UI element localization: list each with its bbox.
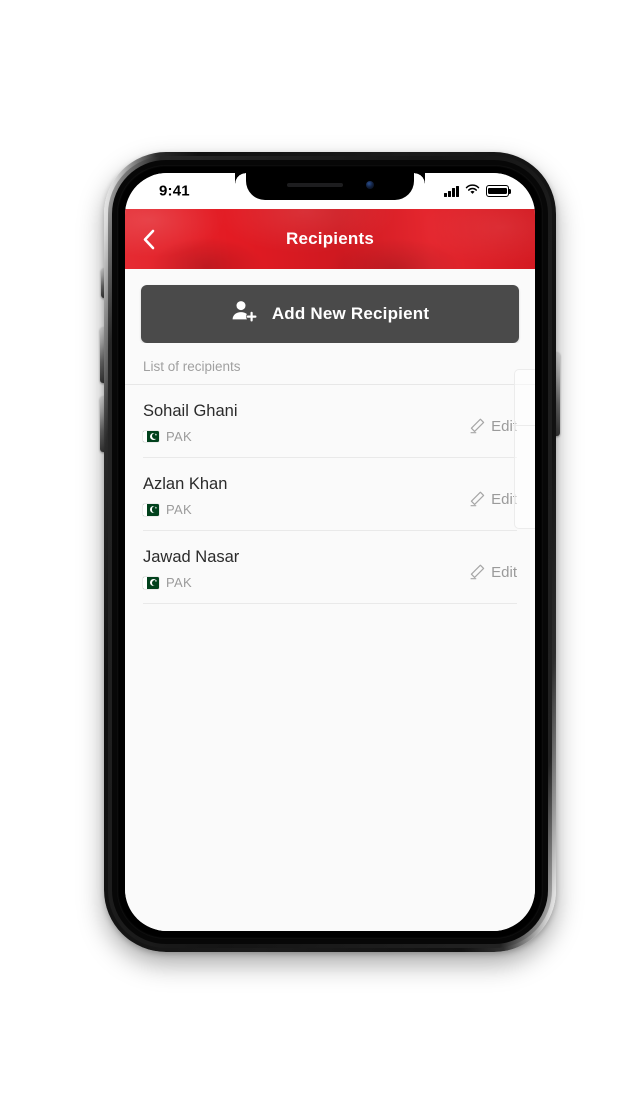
recipient-name: Jawad Nasar	[143, 548, 240, 567]
earpiece-speaker-icon	[286, 182, 343, 188]
pencil-edit-icon	[468, 417, 486, 435]
pakistan-flag-icon	[143, 430, 159, 443]
list-section-header: List of recipients	[125, 343, 535, 385]
pencil-edit-icon	[468, 490, 486, 508]
recipient-country: PAK	[143, 575, 458, 590]
list-item[interactable]: Azlan Khan PAK Edit	[143, 458, 517, 532]
wifi-icon	[465, 182, 480, 200]
phone-screen: 9:41 Recipients Add New Recipient List o…	[125, 173, 535, 931]
person-add-icon	[231, 299, 258, 329]
battery-full-icon	[486, 185, 512, 197]
add-new-recipient-label: Add New Recipient	[271, 304, 430, 323]
app-header: Recipients	[125, 209, 535, 269]
recipient-country: PAK	[143, 502, 458, 517]
recipient-country-code: PAK	[166, 429, 192, 445]
front-camera-icon	[365, 181, 374, 189]
edit-label: Edit	[491, 417, 517, 435]
recipient-info: Sohail Ghani PAK	[143, 402, 458, 444]
recipient-list: Sohail Ghani PAK Edit Azlan Khan PAK Edi…	[125, 385, 535, 605]
cellular-signal-icon	[444, 185, 459, 197]
recipient-name: Azlan Khan	[143, 475, 228, 494]
status-bar-time: 9:41	[159, 182, 190, 200]
list-item[interactable]: Jawad Nasar PAK Edit	[143, 531, 517, 605]
status-bar: 9:41	[125, 173, 535, 209]
recipient-name: Sohail Ghani	[143, 402, 238, 420]
pakistan-flag-icon	[143, 504, 159, 516]
edit-label: Edit	[491, 563, 517, 581]
page-title: Recipients	[286, 229, 374, 248]
pencil-edit-icon	[468, 563, 486, 581]
edit-recipient-button[interactable]: Edit	[458, 417, 517, 435]
phone-mockup: 9:41 Recipients Add New Recipient List o…	[100, 152, 560, 952]
recipient-country-code: PAK	[166, 575, 192, 591]
add-new-recipient-button[interactable]: Add New Recipient	[141, 285, 519, 343]
pakistan-flag-icon	[143, 577, 159, 589]
edit-label: Edit	[491, 490, 517, 508]
edit-recipient-button[interactable]: Edit	[458, 563, 517, 581]
recipient-info: Azlan Khan PAK	[143, 475, 458, 517]
list-item[interactable]: Sohail Ghani PAK Edit	[143, 385, 517, 459]
device-notch	[246, 173, 425, 200]
back-button[interactable]	[125, 209, 171, 269]
status-bar-icons	[444, 182, 512, 200]
edit-recipient-button[interactable]: Edit	[458, 490, 517, 508]
app-content: Add New Recipient List of recipients Soh…	[125, 269, 535, 931]
recipient-info: Jawad Nasar PAK	[143, 548, 458, 590]
recipient-country: PAK	[143, 429, 458, 444]
recipient-country-code: PAK	[166, 502, 192, 518]
chevron-left-icon	[142, 229, 155, 250]
